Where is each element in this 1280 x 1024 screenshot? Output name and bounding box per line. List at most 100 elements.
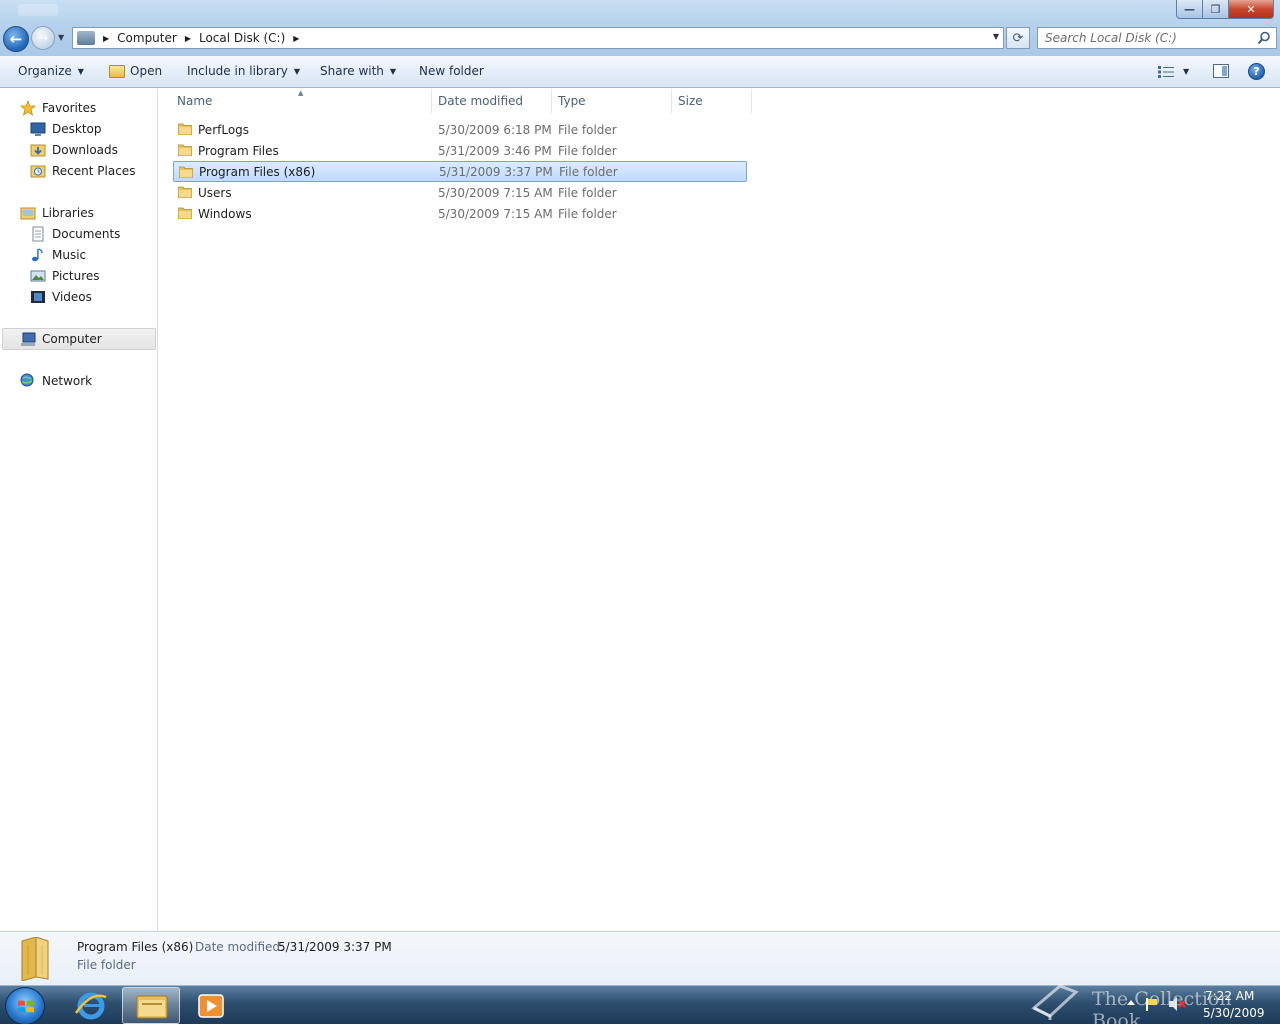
taskbar-internet-explorer[interactable] bbox=[62, 987, 120, 1024]
nav-computer[interactable]: Computer bbox=[20, 328, 102, 349]
start-button[interactable] bbox=[5, 987, 45, 1024]
close-button[interactable]: ✕ bbox=[1229, 0, 1274, 19]
large-folder-icon bbox=[21, 937, 49, 981]
column-header-date-modified[interactable]: Date modified bbox=[432, 89, 552, 113]
file-date: 5/30/2009 7:15 AM bbox=[438, 206, 553, 221]
nav-recent-places-label: Recent Places bbox=[52, 163, 136, 178]
taskbar-media-player[interactable] bbox=[182, 987, 240, 1024]
nav-network[interactable]: Network bbox=[20, 370, 92, 391]
back-button[interactable]: ← bbox=[3, 26, 29, 52]
nav-pictures[interactable]: Pictures bbox=[30, 265, 100, 286]
refresh-button[interactable]: ⟳ bbox=[1006, 27, 1030, 49]
search-icon[interactable] bbox=[1257, 31, 1271, 45]
organize-button[interactable]: Organize ▼ bbox=[18, 64, 84, 78]
minimize-button[interactable]: — bbox=[1176, 0, 1203, 19]
back-arrow-icon: ← bbox=[9, 30, 23, 48]
details-date-label: Date modified: bbox=[195, 940, 285, 954]
computer-icon bbox=[77, 31, 95, 45]
column-header-size[interactable]: Size bbox=[672, 89, 752, 113]
nav-music-label: Music bbox=[52, 247, 87, 262]
network-icon bbox=[20, 373, 34, 386]
folder-icon bbox=[178, 186, 192, 198]
nav-downloads[interactable]: Downloads bbox=[30, 139, 118, 160]
volume-muted-icon[interactable] bbox=[1168, 996, 1186, 1012]
folder-icon bbox=[179, 166, 193, 178]
desktop-icon bbox=[30, 122, 46, 136]
open-button[interactable]: Open bbox=[109, 64, 162, 78]
nav-computer-label: Computer bbox=[42, 331, 102, 346]
help-icon[interactable]: ? bbox=[1248, 63, 1265, 80]
breadcrumb-local-disk[interactable]: Local Disk (C:) bbox=[199, 31, 285, 45]
table-row[interactable]: PerfLogs 5/30/2009 6:18 PM File folder bbox=[173, 119, 747, 140]
computer-icon bbox=[21, 332, 36, 346]
search-input[interactable] bbox=[1038, 28, 1248, 48]
breadcrumb-separator[interactable]: ▶ bbox=[185, 34, 191, 43]
file-type: File folder bbox=[559, 164, 618, 179]
show-hidden-icons-icon[interactable] bbox=[1126, 996, 1136, 1010]
nav-libraries[interactable]: Libraries bbox=[20, 202, 94, 223]
nav-favorites[interactable]: Favorites bbox=[20, 97, 96, 118]
music-note-icon bbox=[32, 247, 43, 261]
watermark-book-icon bbox=[1031, 984, 1079, 1020]
navigation-pane: Favorites Desktop Downloads Recent Place… bbox=[0, 89, 158, 931]
restore-button[interactable]: ❐ bbox=[1203, 0, 1229, 19]
downloads-folder-icon bbox=[30, 144, 46, 156]
details-pane: Program Files (x86) Date modified: 5/31/… bbox=[0, 931, 1280, 985]
include-in-library-button[interactable]: Include in library ▼ bbox=[187, 64, 300, 78]
media-player-icon bbox=[198, 994, 224, 1018]
folder-icon bbox=[178, 123, 192, 135]
include-label: Include in library bbox=[187, 64, 288, 78]
taskbar-windows-explorer[interactable] bbox=[122, 987, 180, 1024]
address-bar[interactable]: ▶ Computer ▶ Local Disk (C:) ▶ ▼ bbox=[72, 27, 1004, 49]
table-row[interactable]: Program Files 5/31/2009 3:46 PM File fol… bbox=[173, 140, 747, 161]
file-name: Program Files (x86) bbox=[199, 164, 316, 179]
file-date: 5/30/2009 7:15 AM bbox=[438, 185, 553, 200]
notification-area bbox=[1126, 996, 1186, 1012]
recent-places-icon bbox=[30, 165, 46, 177]
file-type: File folder bbox=[558, 185, 617, 200]
column-name-label: Name bbox=[177, 94, 213, 108]
nav-documents[interactable]: Documents bbox=[30, 223, 120, 244]
breadcrumb-separator[interactable]: ▶ bbox=[293, 34, 299, 43]
nav-videos[interactable]: Videos bbox=[30, 286, 92, 307]
column-header-type[interactable]: Type bbox=[552, 89, 672, 113]
column-size-label: Size bbox=[678, 94, 703, 108]
nav-music[interactable]: Music bbox=[30, 244, 86, 265]
nav-libraries-label: Libraries bbox=[42, 205, 94, 220]
details-file-name: Program Files (x86) bbox=[77, 940, 194, 954]
internet-explorer-icon bbox=[74, 992, 107, 1020]
breadcrumb-separator[interactable]: ▶ bbox=[103, 34, 109, 43]
chevron-down-icon: ▼ bbox=[389, 66, 397, 76]
share-label: Share with bbox=[320, 64, 384, 78]
taskbar bbox=[0, 985, 1280, 1024]
file-date: 5/31/2009 3:37 PM bbox=[439, 164, 553, 179]
new-folder-button[interactable]: New folder bbox=[419, 64, 484, 78]
action-center-flag-icon[interactable] bbox=[1144, 996, 1160, 1012]
file-date: 5/30/2009 6:18 PM bbox=[438, 122, 552, 137]
open-label: Open bbox=[130, 64, 163, 78]
nav-desktop[interactable]: Desktop bbox=[30, 118, 102, 139]
address-history-dropdown[interactable]: ▼ bbox=[993, 32, 999, 41]
view-options-chevron-icon[interactable]: ▼ bbox=[1183, 67, 1189, 76]
new-folder-label: New folder bbox=[419, 64, 484, 78]
search-box[interactable] bbox=[1037, 27, 1277, 49]
nav-recent-places[interactable]: Recent Places bbox=[30, 160, 135, 181]
table-row[interactable]: Windows 5/30/2009 7:15 AM File folder bbox=[173, 203, 747, 224]
clock-time[interactable]: 7:22 AM bbox=[1205, 989, 1254, 1003]
preview-pane-icon[interactable] bbox=[1213, 64, 1229, 78]
chevron-down-icon: ▼ bbox=[77, 66, 84, 76]
change-view-icon[interactable] bbox=[1158, 66, 1174, 78]
windows-logo-icon bbox=[18, 1000, 34, 1013]
table-row[interactable]: Users 5/30/2009 7:15 AM File folder bbox=[173, 182, 747, 203]
nav-downloads-label: Downloads bbox=[52, 142, 118, 157]
recent-pages-dropdown[interactable]: ▼ bbox=[58, 33, 64, 42]
column-type-label: Type bbox=[558, 94, 586, 108]
clock-date[interactable]: 5/30/2009 bbox=[1203, 1006, 1265, 1020]
table-row-selected[interactable]: Program Files (x86) 5/31/2009 3:37 PM Fi… bbox=[173, 161, 747, 182]
breadcrumb-computer[interactable]: Computer bbox=[117, 31, 177, 45]
share-with-button[interactable]: Share with ▼ bbox=[320, 64, 396, 78]
refresh-icon: ⟳ bbox=[1012, 30, 1024, 46]
forward-button[interactable]: → bbox=[31, 26, 55, 50]
window-controls: — ❐ ✕ bbox=[1176, 0, 1274, 19]
details-file-type: File folder bbox=[77, 958, 136, 972]
